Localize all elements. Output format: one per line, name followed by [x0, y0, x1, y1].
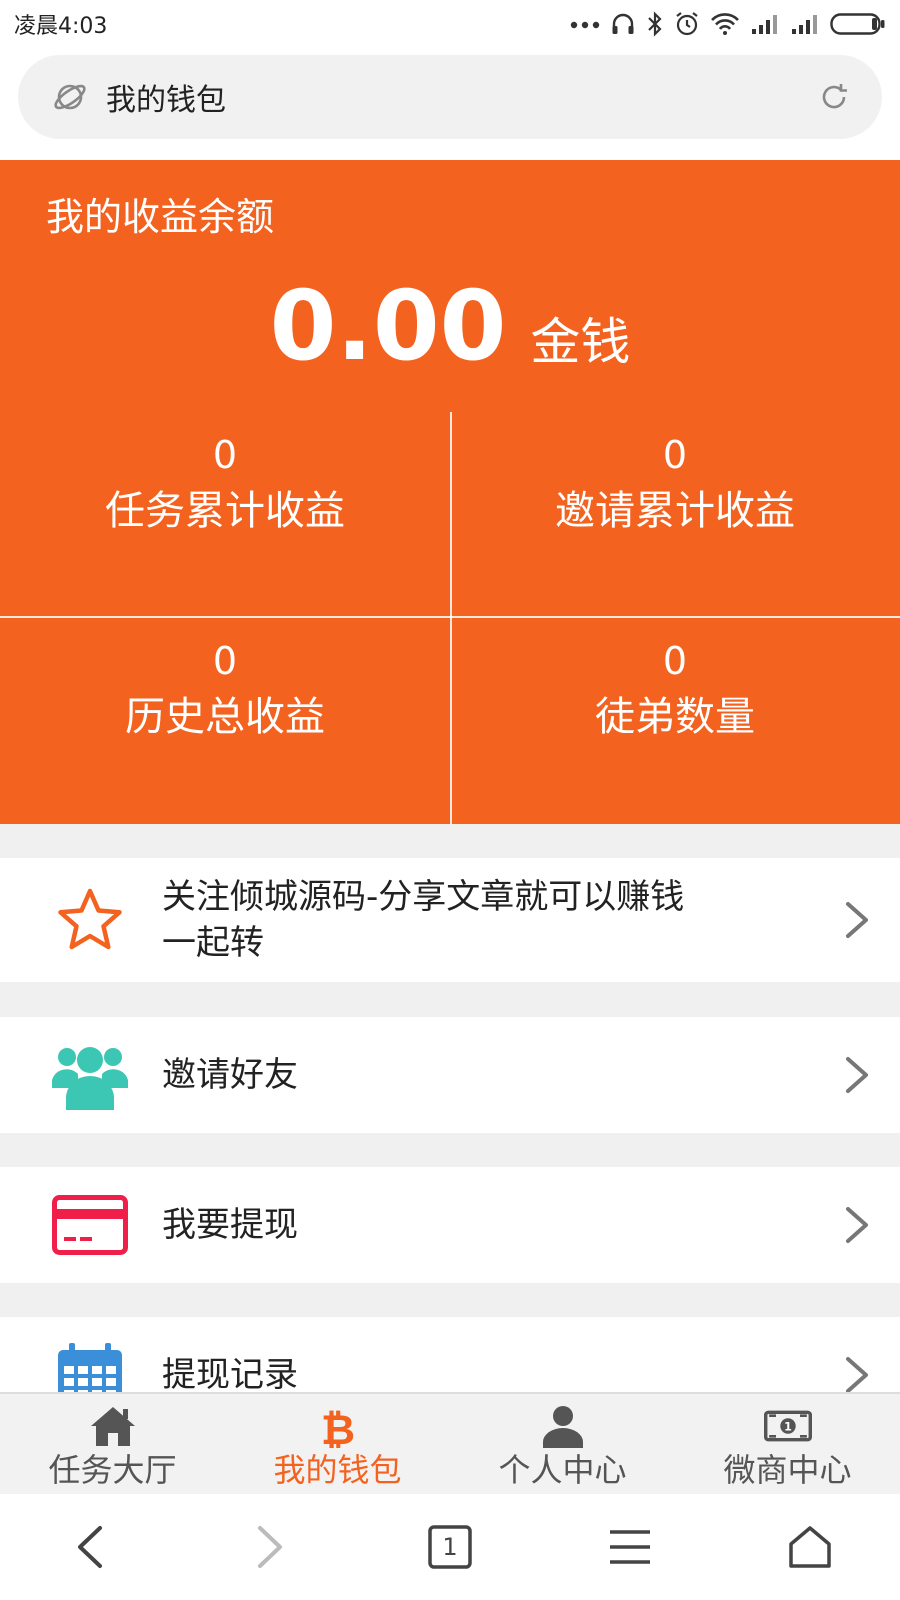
home-outline-icon — [789, 1526, 831, 1568]
address-bar[interactable]: 我的钱包 — [18, 55, 882, 139]
alarm-icon — [676, 12, 698, 36]
stat-value: 0 — [212, 433, 238, 477]
balance-unit: 金钱 — [530, 313, 631, 371]
star-outline-icon — [52, 882, 128, 958]
back-button[interactable] — [60, 1517, 120, 1577]
forward-button[interactable] — [240, 1517, 300, 1577]
signal-icon — [792, 15, 817, 34]
signal-icon — [752, 15, 777, 34]
bitcoin-icon: ₿ — [320, 1405, 354, 1448]
stat-value: 0 — [212, 639, 238, 683]
home-icon — [90, 1407, 135, 1446]
stat-invite-earnings: 0 邀请累计收益 — [450, 432, 900, 538]
menu-item-label: 提现记录 — [162, 1355, 298, 1392]
balance-value: 0.00 — [269, 270, 507, 382]
banknote-icon: 1 — [763, 1410, 812, 1442]
menu-item-withdraw-records[interactable]: 提现记录 — [0, 1317, 900, 1392]
balance-card: 我的收益余额 0.00 金钱 0 任务累计收益 0 邀请累计收益 0 历史总收益 … — [0, 160, 900, 824]
grid-divider-horizontal — [0, 616, 900, 618]
tabs-button[interactable]: 1 — [420, 1517, 480, 1577]
status-bar: 凌晨4:03 — [0, 0, 900, 48]
chevron-right-icon — [846, 1207, 868, 1243]
svg-text:₿: ₿ — [320, 1405, 354, 1448]
menu-button[interactable] — [600, 1517, 660, 1577]
tab-count: 1 — [442, 1533, 458, 1561]
menu-item-withdraw[interactable]: 我要提现 — [0, 1167, 900, 1283]
back-icon — [78, 1526, 102, 1568]
tab-my-wallet[interactable]: ₿ 我的钱包 — [225, 1394, 450, 1494]
menu-item-follow-share[interactable]: 关注倾城源码-分享文章就可以赚钱一起转 — [0, 858, 900, 982]
system-nav-bar: 1 — [0, 1494, 900, 1600]
forward-icon — [258, 1526, 282, 1568]
planet-icon — [54, 84, 86, 110]
menu-icon — [610, 1530, 650, 1564]
stat-label: 历史总收益 — [125, 694, 325, 740]
reload-icon[interactable] — [816, 79, 852, 115]
calendar-icon — [52, 1337, 128, 1392]
balance-title: 我的收益余额 — [46, 195, 275, 239]
tab-label: 任务大厅 — [48, 1451, 177, 1489]
stat-value: 0 — [662, 433, 688, 477]
bottom-tab-bar: 任务大厅 ₿ 我的钱包 个人中心 1 微商中心 — [0, 1392, 900, 1494]
menu-list: 关注倾城源码-分享文章就可以赚钱一起转 邀请好友 我要提现 提现记录 — [0, 824, 900, 1392]
stat-label: 徒弟数量 — [595, 694, 755, 740]
credit-card-icon — [52, 1187, 128, 1263]
users-group-icon — [52, 1037, 128, 1113]
stats-grid: 0 任务累计收益 0 邀请累计收益 0 历史总收益 0 徒弟数量 — [0, 412, 900, 824]
tab-label: 个人中心 — [498, 1451, 627, 1489]
more-dots-icon — [570, 21, 600, 29]
bluetooth-icon — [648, 11, 662, 37]
status-icons — [570, 11, 886, 37]
tab-label: 微商中心 — [723, 1451, 852, 1489]
stat-value: 0 — [662, 639, 688, 683]
menu-item-label: 关注倾城源码-分享文章就可以赚钱一起转 — [162, 877, 685, 963]
stat-apprentice-count: 0 徒弟数量 — [450, 638, 900, 744]
tab-task-hall[interactable]: 任务大厅 — [0, 1394, 225, 1494]
chevron-right-icon — [846, 902, 868, 938]
headset-icon — [612, 13, 634, 34]
menu-item-label: 我要提现 — [162, 1205, 298, 1245]
stat-task-earnings: 0 任务累计收益 — [0, 432, 450, 538]
stat-total-earnings: 0 历史总收益 — [0, 638, 450, 744]
svg-text:1: 1 — [784, 1420, 792, 1433]
home-button[interactable] — [780, 1517, 840, 1577]
address-title: 我的钱包 — [106, 83, 226, 118]
wifi-icon — [711, 13, 739, 35]
chevron-right-icon — [846, 1357, 868, 1392]
stat-label: 邀请累计收益 — [555, 488, 795, 534]
status-time: 凌晨4:03 — [14, 14, 108, 39]
balance-amount: 0.00 金钱 — [0, 270, 900, 382]
tab-personal-center[interactable]: 个人中心 — [450, 1394, 675, 1494]
tab-wechat-business[interactable]: 1 微商中心 — [675, 1394, 900, 1494]
menu-item-invite-friends[interactable]: 邀请好友 — [0, 1017, 900, 1133]
user-icon — [542, 1406, 583, 1448]
tab-label: 我的钱包 — [273, 1451, 402, 1489]
chevron-right-icon — [846, 1057, 868, 1093]
stat-label: 任务累计收益 — [105, 488, 345, 534]
battery-icon — [830, 13, 885, 35]
menu-item-label: 邀请好友 — [162, 1055, 298, 1095]
